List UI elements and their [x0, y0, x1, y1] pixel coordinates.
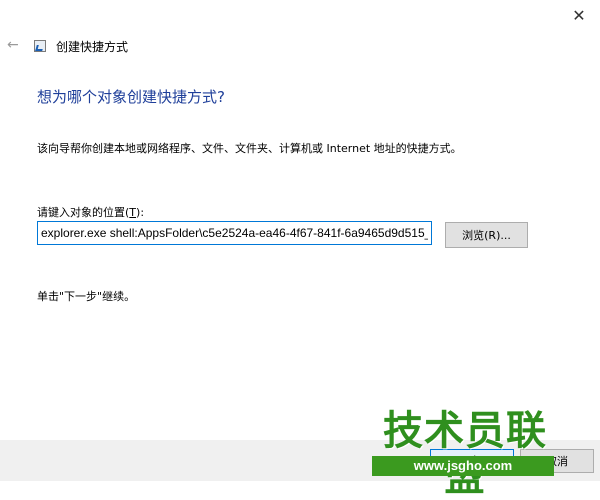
close-icon: ✕: [572, 5, 586, 25]
page-heading: 想为哪个对象创建快捷方式?: [37, 88, 225, 106]
location-input[interactable]: [37, 221, 432, 245]
continue-hint: 单击"下一步"继续。: [37, 290, 136, 303]
location-label-suffix: ):: [136, 206, 145, 219]
title-bar: ✕ ← 创建快捷方式: [0, 0, 600, 62]
close-button[interactable]: ✕: [566, 4, 592, 26]
window-title: 创建快捷方式: [56, 40, 129, 54]
watermark-url: www.jsgho.com: [372, 456, 554, 476]
wizard-description: 该向导帮你创建本地或网络程序、文件、文件夹、计算机或 Internet 地址的快…: [37, 142, 462, 155]
shortcut-wizard-icon: [34, 40, 46, 52]
back-arrow-icon[interactable]: ←: [7, 37, 19, 53]
watermark-title: 技术员联盟: [383, 408, 547, 500]
location-field-label: 请键入对象的位置(T):: [37, 204, 144, 220]
location-label-prefix: 请键入对象的位置(: [37, 206, 130, 219]
watermark: 技术员联盟 www.jsgho.com: [370, 408, 560, 500]
browse-button[interactable]: 浏览(R)...: [445, 222, 528, 248]
